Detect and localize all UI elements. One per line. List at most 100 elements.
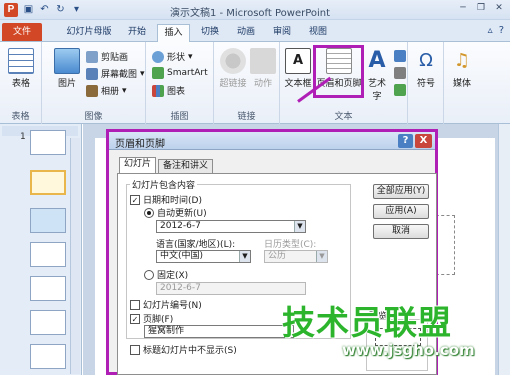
checkbox-box — [130, 344, 140, 355]
language-select[interactable]: 中文(中国) ▼ — [156, 250, 251, 263]
wordart-icon: A — [368, 48, 386, 73]
powerpoint-logo-icon: P — [4, 3, 18, 17]
language-value: 中文(中国) — [160, 251, 204, 261]
smartart-label: SmartArt — [167, 68, 208, 78]
smartart-icon — [152, 67, 164, 79]
wordart-button[interactable]: A 艺术字 — [364, 48, 390, 102]
hyperlink-icon — [220, 48, 246, 74]
footer-text-input[interactable]: 猩窝制作 — [144, 325, 294, 338]
textbox-button[interactable]: A 文本框 — [284, 48, 312, 89]
group-images-label: 图像 — [84, 112, 103, 122]
table-button[interactable]: 表格 — [6, 48, 36, 89]
undo-icon[interactable]: ↶ — [38, 3, 51, 16]
text-extra-1[interactable] — [394, 50, 406, 62]
redo-icon[interactable]: ↻ — [54, 3, 67, 16]
auto-update-label: 自动更新(U) — [157, 209, 207, 219]
radio-dot — [144, 269, 154, 280]
apply-button[interactable]: 应用(A) — [373, 204, 429, 219]
save-icon[interactable]: ▣ — [22, 3, 35, 16]
slide-thumbnail[interactable] — [30, 242, 66, 267]
dialog-title: 页眉和页脚 — [115, 139, 165, 150]
slide-thumbnail[interactable] — [30, 310, 66, 335]
watermark-url: www.jsgho.com — [342, 341, 475, 359]
ribbon-tab-row: 文件 幻灯片母版 开始 插入 切换 动画 审阅 视图 ▵ ? — [0, 20, 510, 42]
checkbox-box: ✓ — [130, 194, 140, 205]
collapse-ribbon-icon[interactable]: ▵ — [488, 25, 493, 36]
clipart-button[interactable]: 剪贴画 — [86, 50, 128, 63]
tab-view[interactable]: 视图 — [302, 24, 334, 42]
picture-button-label: 图片 — [57, 79, 76, 89]
date-time-label: 日期和时间(D) — [143, 196, 202, 206]
date-icon — [394, 50, 406, 62]
fixed-radio[interactable]: 固定(X) — [144, 268, 188, 281]
date-time-checkbox[interactable]: ✓ 日期和时间(D) — [130, 193, 202, 206]
ribbon: 表格 表格 图片 剪贴画 屏幕截图 ▾ 相册 ▾ 图像 形状 ▾ SmartAr… — [0, 42, 510, 124]
dialog-close-button[interactable]: X — [415, 134, 432, 148]
group-symbols: Ω 符号 — [408, 42, 444, 124]
hyperlink-button[interactable]: 超链接 — [218, 48, 248, 89]
tab-animations[interactable]: 动画 — [230, 24, 262, 42]
chevron-down-icon: ▾ — [188, 51, 193, 62]
album-button[interactable]: 相册 ▾ — [86, 84, 127, 97]
group-illustrations: 形状 ▾ SmartArt 图表 插图 — [146, 42, 214, 124]
slide-thumbnail-selected[interactable] — [30, 170, 66, 195]
group-media: ♫ 媒体 — [444, 42, 480, 124]
watermark-logo: 技术员联盟 www.jsgho.com — [282, 296, 508, 368]
action-label: 动作 — [253, 79, 272, 89]
title-bar: P ▣ ↶ ↻ ▾ 演示文稿1 - Microsoft PowerPoint ─… — [0, 0, 510, 20]
restore-icon[interactable]: ❐ — [474, 2, 488, 15]
group-illustrations-label: 插图 — [170, 112, 189, 122]
clipart-icon — [86, 50, 98, 63]
slide-thumbnail[interactable] — [30, 344, 66, 369]
text-extra-3[interactable] — [394, 84, 406, 96]
tab-notes-handouts[interactable]: 备注和讲义 — [158, 159, 214, 174]
picture-button[interactable]: 图片 — [52, 48, 82, 89]
symbol-button[interactable]: Ω 符号 — [412, 48, 440, 89]
tab-home[interactable]: 开始 — [120, 24, 154, 42]
chart-button[interactable]: 图表 — [152, 84, 185, 97]
minimize-icon[interactable]: ─ — [456, 2, 470, 15]
chart-label: 图表 — [167, 87, 186, 97]
auto-date-select[interactable]: 2012-6-7 ▼ — [156, 220, 306, 233]
chevron-down-icon: ▾ — [140, 68, 145, 79]
shapes-button[interactable]: 形状 ▾ — [152, 50, 193, 63]
album-label: 相册 — [101, 87, 120, 97]
apply-all-button[interactable]: 全部应用(Y) — [373, 184, 429, 199]
calendar-select[interactable]: 公历 ▼ — [264, 250, 328, 263]
hide-on-title-checkbox[interactable]: 标题幻灯片中不显示(S) — [130, 343, 237, 356]
chevron-down-icon: ▼ — [294, 221, 305, 232]
omega-icon: Ω — [419, 50, 433, 71]
textbox-label: 文本框 — [284, 79, 312, 89]
help-icon[interactable]: ? — [499, 25, 504, 36]
slide-thumbnail-pane: 1 — [0, 124, 82, 375]
footer-checkbox[interactable]: ✓ 页脚(F) — [130, 312, 173, 325]
tab-file[interactable]: 文件 — [2, 23, 42, 41]
text-extra-2[interactable] — [394, 67, 406, 79]
slide-thumbnail[interactable] — [30, 208, 66, 233]
cancel-button[interactable]: 取消 — [373, 224, 429, 239]
media-button[interactable]: ♫ 媒体 — [448, 48, 476, 89]
table-button-label: 表格 — [11, 79, 30, 89]
action-button[interactable]: 动作 — [250, 48, 276, 89]
smartart-button[interactable]: SmartArt — [152, 67, 208, 79]
thumb-number: 1 — [20, 132, 26, 142]
tab-slide[interactable]: 幻灯片 — [119, 157, 157, 174]
tab-review[interactable]: 审阅 — [266, 24, 298, 42]
slide-number-checkbox[interactable]: 幻灯片编号(N) — [130, 298, 202, 311]
fixed-date-input[interactable]: 2012-6-7 — [156, 282, 306, 295]
section-label: 幻灯片包含内容 — [130, 178, 198, 191]
tab-insert[interactable]: 插入 — [157, 24, 190, 42]
auto-update-radio[interactable]: 自动更新(U) — [144, 206, 207, 219]
slide-thumbnail[interactable] — [30, 276, 66, 301]
customize-qat-icon[interactable]: ▾ — [70, 3, 83, 16]
slide-thumbnail[interactable] — [30, 130, 66, 155]
tab-transitions[interactable]: 切换 — [194, 24, 226, 42]
tab-slide-master[interactable]: 幻灯片母版 — [60, 24, 118, 42]
auto-date-value: 2012-6-7 — [160, 221, 201, 231]
group-links: 超链接 动作 链接 — [214, 42, 280, 124]
pane-scrollbar[interactable] — [70, 138, 80, 374]
close-window-icon[interactable]: ✕ — [492, 2, 506, 15]
textbox-icon: A — [285, 48, 311, 74]
dialog-help-button[interactable]: ? — [398, 134, 413, 148]
screenshot-button[interactable]: 屏幕截图 ▾ — [86, 67, 145, 80]
